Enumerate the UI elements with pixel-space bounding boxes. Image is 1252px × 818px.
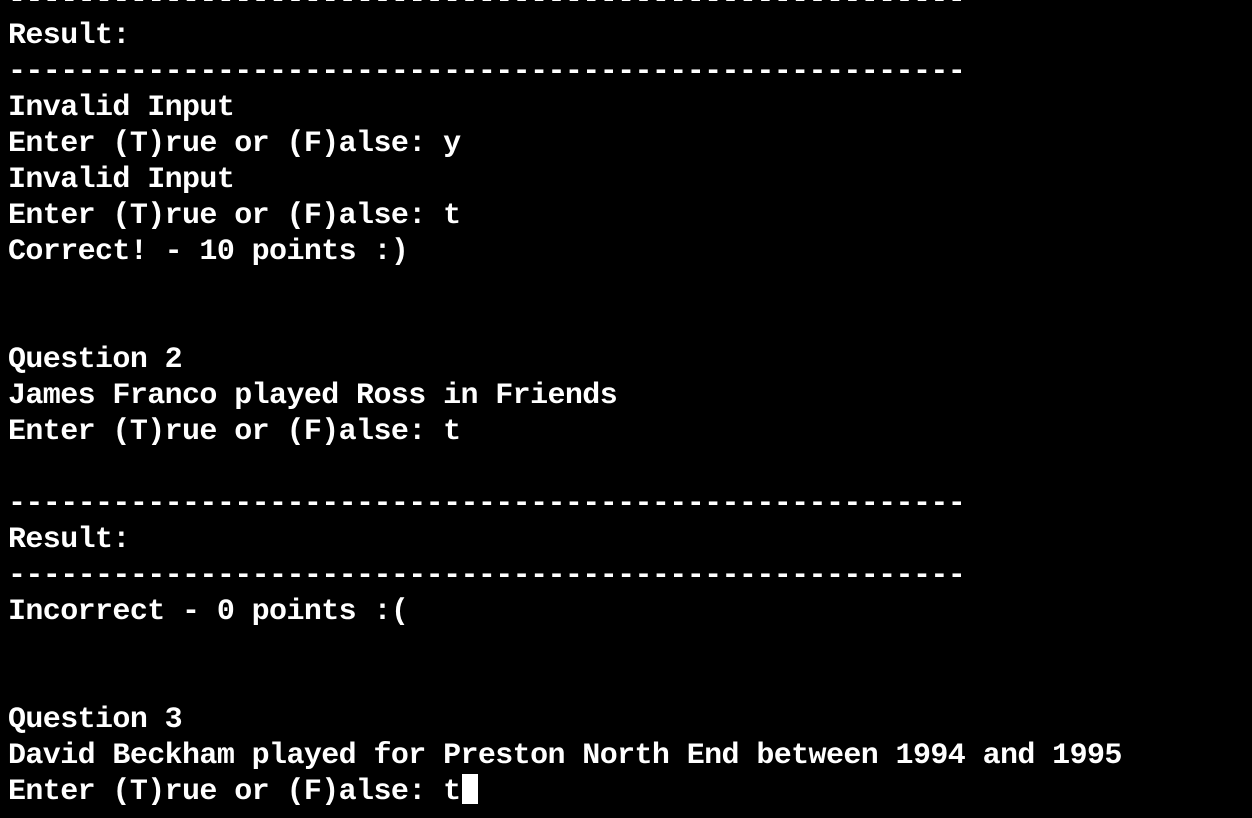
invalid-input-message: Invalid Input [8, 163, 235, 197]
question-text: James Franco played Ross in Friends [8, 379, 618, 413]
result-heading: Result: [8, 19, 130, 53]
incorrect-result-message: Incorrect - 0 points :( [8, 595, 409, 629]
separator-line: ----------------------------------------… [8, 487, 966, 521]
input-prompt-line: Enter (T)rue or (F)alse: t [8, 415, 461, 449]
invalid-input-message: Invalid Input [8, 91, 235, 125]
text-cursor [462, 774, 479, 805]
separator-line: ----------------------------------------… [8, 0, 966, 17]
question-heading: Question 3 [8, 703, 183, 737]
question-text: David Beckham played for Preston North E… [8, 739, 1122, 773]
input-prompt-line: Enter (T)rue or (F)alse: t [8, 199, 461, 233]
separator-line: ----------------------------------------… [8, 559, 966, 593]
input-prompt-line: Enter (T)rue or (F)alse: y [8, 127, 461, 161]
active-input-prompt[interactable]: Enter (T)rue or (F)alse: t [8, 774, 1252, 810]
correct-result-message: Correct! - 10 points :) [8, 235, 409, 269]
result-heading: Result: [8, 523, 130, 557]
active-input-text[interactable]: Enter (T)rue or (F)alse: t [8, 775, 461, 809]
separator-line: ----------------------------------------… [8, 55, 966, 89]
terminal-window[interactable]: ----------------------------------------… [0, 0, 1252, 809]
question-heading: Question 2 [8, 343, 183, 377]
